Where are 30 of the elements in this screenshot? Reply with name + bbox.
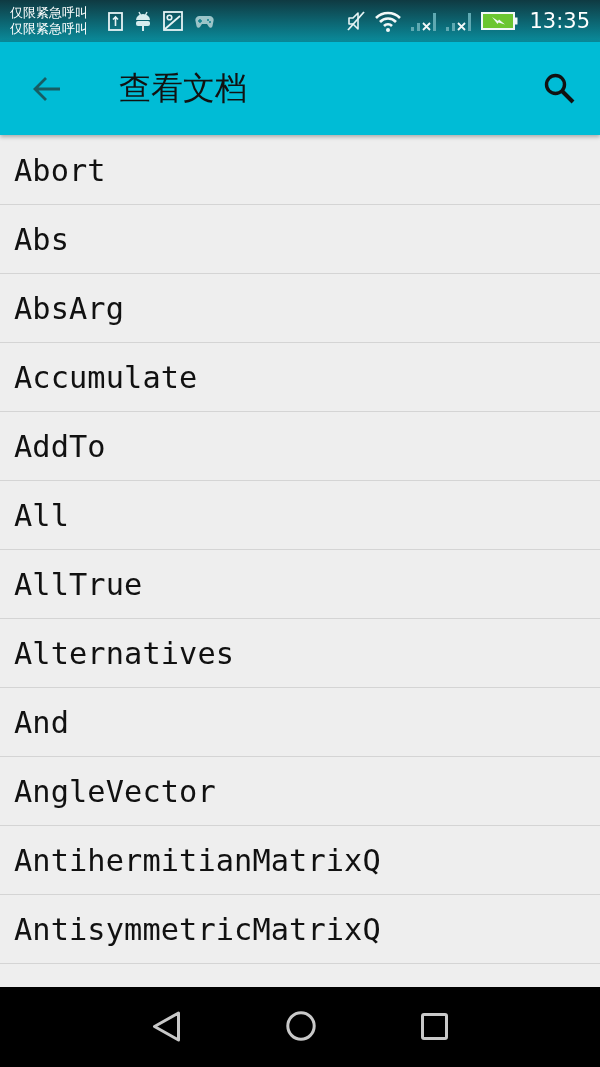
list-item[interactable]: Abort <box>14 152 106 188</box>
image-icon <box>163 11 183 31</box>
list-item[interactable]: AllTrue <box>14 566 143 602</box>
upload-icon <box>108 11 123 31</box>
battery-icon <box>481 12 519 30</box>
list-item[interactable]: All <box>14 497 70 533</box>
recents-icon[interactable] <box>421 1012 448 1040</box>
list-item[interactable]: AddTo <box>14 428 106 464</box>
clock-time: 13:35 <box>529 9 590 33</box>
status-notice: 仅限紧急呼叫 <box>10 5 88 21</box>
search-icon[interactable] <box>544 73 575 104</box>
page-title: 查看文档 <box>119 67 247 109</box>
list-item[interactable]: Abs <box>14 221 70 257</box>
list-item[interactable]: AbsArg <box>14 290 125 326</box>
status-notice: 仅限紧急呼叫 <box>10 21 88 37</box>
list-item[interactable]: And <box>14 704 70 740</box>
signal-icon <box>411 11 438 31</box>
wifi-icon <box>374 10 403 32</box>
list-item[interactable]: Alternatives <box>14 635 235 671</box>
list-item[interactable]: AntihermitianMatrixQ <box>14 842 381 878</box>
mute-icon <box>347 11 366 31</box>
list-item[interactable]: AntisymmetricMatrixQ <box>14 911 381 947</box>
gamepad-icon <box>195 14 214 28</box>
list-item[interactable]: AngleVector <box>14 773 216 809</box>
signal-icon <box>446 11 473 31</box>
back-icon[interactable] <box>152 1010 181 1042</box>
home-icon[interactable] <box>286 1011 316 1041</box>
list-item[interactable]: Accumulate <box>14 359 198 395</box>
back-arrow-icon[interactable] <box>33 75 61 102</box>
robot-icon <box>135 11 151 31</box>
